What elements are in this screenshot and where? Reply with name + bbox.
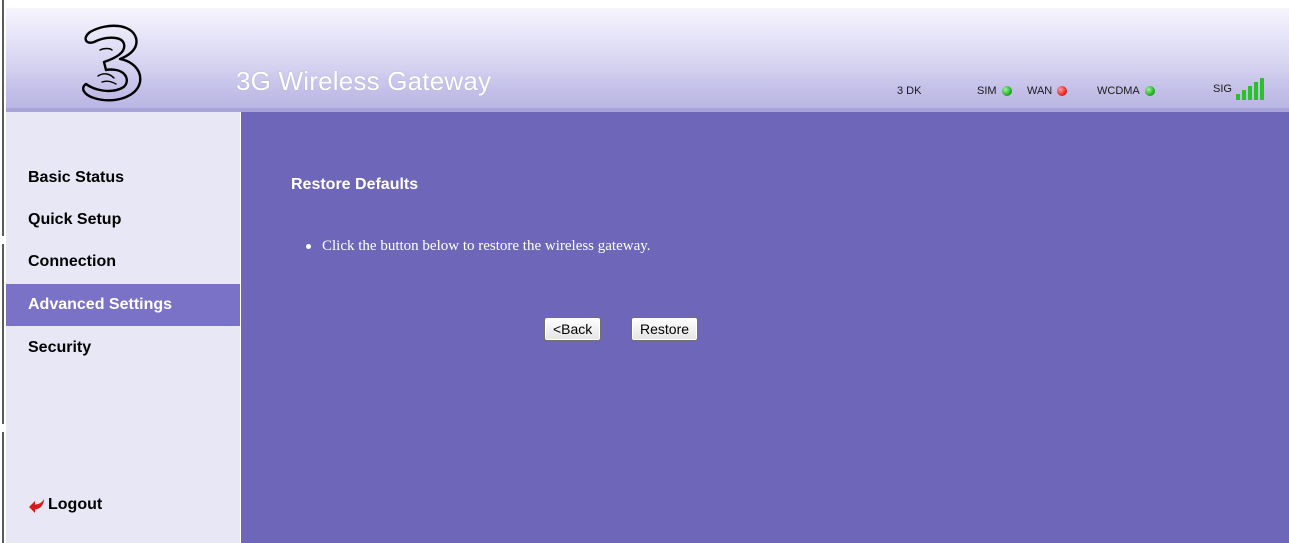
logout-label: Logout	[48, 496, 103, 513]
restore-button[interactable]: Restore	[631, 317, 699, 341]
wcdma-label: WCDMA	[1097, 85, 1140, 97]
wan-status-icon	[1057, 86, 1068, 96]
page-title: Restore Defaults	[291, 176, 419, 193]
carrier-name: 3 DK	[897, 85, 922, 97]
nav-advanced-settings[interactable]: Advanced Settings	[6, 284, 240, 326]
instruction-item: Click the button below to restore the wi…	[306, 238, 651, 255]
wan-indicator: WAN	[1027, 82, 1068, 100]
bullet-icon	[306, 244, 311, 249]
logout-link[interactable]: Logout	[28, 496, 102, 514]
wcdma-status-icon	[1144, 86, 1155, 96]
logout-arrow-icon	[29, 499, 44, 513]
wan-label: WAN	[1027, 85, 1053, 97]
sim-label: SIM	[977, 85, 997, 97]
nav-quick-setup[interactable]: Quick Setup	[6, 200, 240, 240]
instruction-text: Click the button below to restore the wi…	[322, 238, 651, 254]
nav-connection[interactable]: Connection	[6, 242, 240, 282]
signal-indicator: SIG	[1213, 78, 1266, 100]
signal-label: SIG	[1213, 83, 1232, 95]
back-button[interactable]: <Back	[544, 317, 602, 341]
signal-strength-icon	[1235, 78, 1266, 100]
wcdma-indicator: WCDMA	[1097, 82, 1155, 100]
nav-basic-status[interactable]: Basic Status	[6, 158, 240, 198]
sim-status-icon	[1001, 86, 1012, 96]
three-logo-icon	[82, 24, 142, 102]
app-title: 3G Wireless Gateway	[236, 66, 492, 96]
sim-indicator: SIM	[977, 82, 1012, 100]
nav-security[interactable]: Security	[6, 328, 240, 368]
